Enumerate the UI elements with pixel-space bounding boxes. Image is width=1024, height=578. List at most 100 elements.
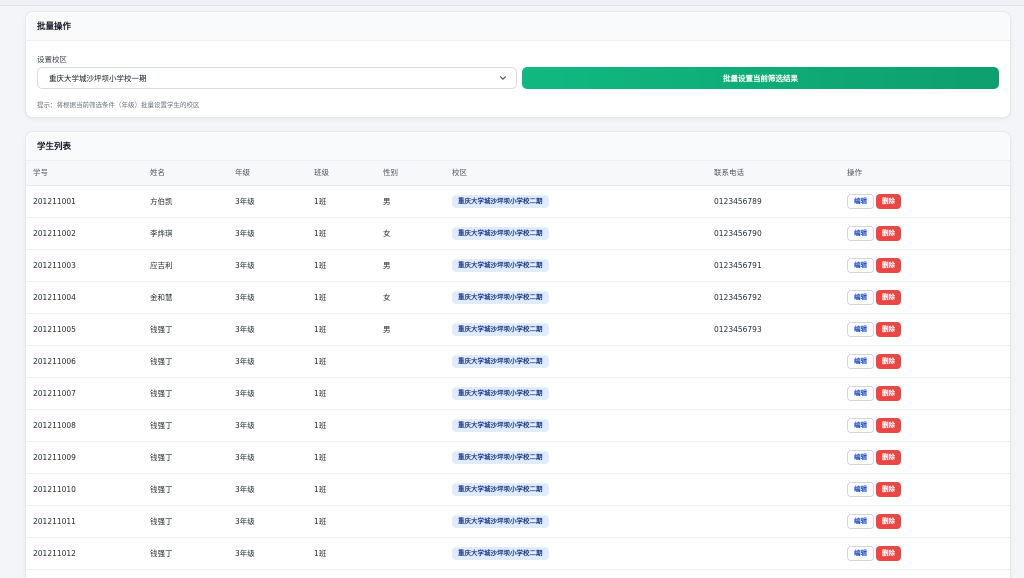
student-grade-cell: 3年级 [235,324,255,334]
row-actions: 编辑 删除 [847,185,1010,217]
student-phone-cell [714,441,847,473]
campus-tag: 重庆大学城沙坪坝小学校二期 [452,450,549,464]
student-gender-cell [383,505,452,537]
edit-button[interactable]: 编辑 [847,481,874,497]
student-name-cell: 方伯凯 [150,196,173,206]
student-phone-cell [714,537,847,569]
delete-button[interactable]: 删除 [876,513,901,529]
campus-tag: 重庆大学城沙坪坝小学校二期 [452,226,549,240]
delete-button[interactable]: 删除 [876,545,901,561]
student-class-cell: 1班 [314,388,327,398]
delete-button[interactable]: 删除 [876,417,901,433]
student-phone-cell: 0123456790 [714,228,762,238]
student-phone-cell: 0123456793 [714,324,762,334]
row-actions: 编辑 删除 [847,313,1010,345]
delete-button[interactable]: 删除 [876,193,901,209]
edit-button[interactable]: 编辑 [847,545,874,561]
student-grade-cell: 3年级 [235,388,255,398]
delete-button[interactable]: 删除 [876,353,901,369]
student-campus-cell: 重庆大学城沙坪坝小学校二期 [452,537,714,569]
delete-button[interactable]: 删除 [876,257,901,273]
column-header-grade[interactable]: 年级 [235,161,314,186]
table-row: 201211002 李烨琪 3年级 1班 女 重庆大学城沙坪坝小学校二期 012345679… [26,217,1010,249]
student-phone-cell [714,505,847,537]
student-gender-cell [383,537,452,569]
student-campus-cell: 重庆大学城沙坪坝小学校二期 [452,345,714,377]
row-actions: 编辑 删除 [847,409,1010,441]
student-class-cell: 1班 [314,452,327,462]
delete-button[interactable]: 删除 [876,321,901,337]
batch-hint-text: 提示：将根据当前筛选条件（年级）批量设置学生的校区 [37,101,200,109]
student-grade-cell: 3年级 [235,484,255,494]
row-actions: 编辑 删除 [847,217,1010,249]
student-class-cell: 1班 [314,516,327,526]
student-gender-cell [383,345,452,377]
student-id-cell: 201211005 [33,324,76,334]
student-id-cell: 201211010 [33,484,76,494]
delete-button[interactable]: 删除 [876,449,901,465]
edit-button[interactable]: 编辑 [847,449,874,465]
delete-button[interactable]: 删除 [876,225,901,241]
student-campus-cell: 重庆大学城沙坪坝小学校二期 [452,281,714,313]
chevron-down-icon [498,73,508,83]
delete-button[interactable]: 删除 [876,385,901,401]
student-name-cell: 钱强丁 [150,548,173,558]
batch-apply-button[interactable]: 批量设置当前筛选结果 [522,67,999,89]
edit-button[interactable]: 编辑 [847,289,874,305]
row-actions: 编辑 删除 [847,345,1010,377]
student-name-cell: 钱强丁 [150,484,173,494]
top-strip [0,0,1024,6]
student-id-cell: 201211002 [33,228,76,238]
edit-button[interactable]: 编辑 [847,257,874,273]
student-grade-cell: 3年级 [235,196,255,206]
edit-button[interactable]: 编辑 [847,321,874,337]
edit-button[interactable]: 编辑 [847,353,874,369]
column-header-gender[interactable]: 性别 [383,161,452,186]
student-campus-cell: 重庆大学城沙坪坝小学校二期 [452,313,714,345]
column-header-id[interactable]: 学号 [26,161,150,186]
student-phone-cell: 0123456791 [714,260,762,270]
student-list-card: 学生列表 学号 姓名 年级 班级 性别 校区 联系电话 操作 201211001… [25,131,1011,578]
campus-select[interactable]: 重庆大学城沙坪坝小学校一期 [37,67,517,89]
student-class-cell: 1班 [314,324,327,334]
edit-button[interactable]: 编辑 [847,385,874,401]
student-campus-cell: 重庆大学城沙坪坝小学校二期 [452,217,714,249]
delete-button[interactable]: 删除 [876,481,901,497]
student-class-cell: 1班 [314,292,327,302]
student-name-cell: 钱强丁 [150,388,173,398]
column-header-name[interactable]: 姓名 [150,161,235,186]
edit-button[interactable]: 编辑 [847,193,874,209]
student-id-cell: 201211001 [33,196,76,206]
campus-tag: 重庆大学城沙坪坝小学校二期 [452,322,549,336]
table-row: 201211005 钱强丁 3年级 1班 男 重庆大学城沙坪坝小学校二期 012345679… [26,313,1010,345]
table-row: 201211001 方伯凯 3年级 1班 男 重庆大学城沙坪坝小学校二期 012345678… [26,185,1010,217]
row-actions: 编辑 删除 [847,537,1010,569]
student-gender-cell: 女 [383,228,391,238]
row-actions: 编辑 删除 [847,473,1010,505]
student-phone-cell [714,345,847,377]
row-actions: 编辑 删除 [847,505,1010,537]
edit-button[interactable]: 编辑 [847,513,874,529]
campus-tag: 重庆大学城沙坪坝小学校二期 [452,290,549,304]
column-header-phone[interactable]: 联系电话 [714,161,847,186]
edit-button[interactable]: 编辑 [847,417,874,433]
column-header-campus[interactable]: 校区 [452,161,714,186]
batch-card-title: 批量操作 [26,12,1010,41]
student-id-cell: 201211009 [33,452,76,462]
column-header-class[interactable]: 班级 [314,161,383,186]
table-header-row: 学号 姓名 年级 班级 性别 校区 联系电话 操作 [26,161,1010,186]
student-name-cell: 钱强丁 [150,420,173,430]
campus-tag: 重庆大学城沙坪坝小学校二期 [452,258,549,272]
student-class-cell: 1班 [314,484,327,494]
student-name-cell: 金和慧 [150,292,173,302]
campus-tag: 重庆大学城沙坪坝小学校二期 [452,418,549,432]
campus-tag: 重庆大学城沙坪坝小学校二期 [452,194,549,208]
row-actions: 编辑 删除 [847,281,1010,313]
delete-button[interactable]: 删除 [876,289,901,305]
student-gender-cell [383,377,452,409]
campus-tag: 重庆大学城沙坪坝小学校二期 [452,514,549,528]
campus-tag: 重庆大学城沙坪坝小学校二期 [452,354,549,368]
edit-button[interactable]: 编辑 [847,225,874,241]
student-campus-cell: 重庆大学城沙坪坝小学校二期 [452,249,714,281]
student-id-cell: 201211004 [33,292,76,302]
